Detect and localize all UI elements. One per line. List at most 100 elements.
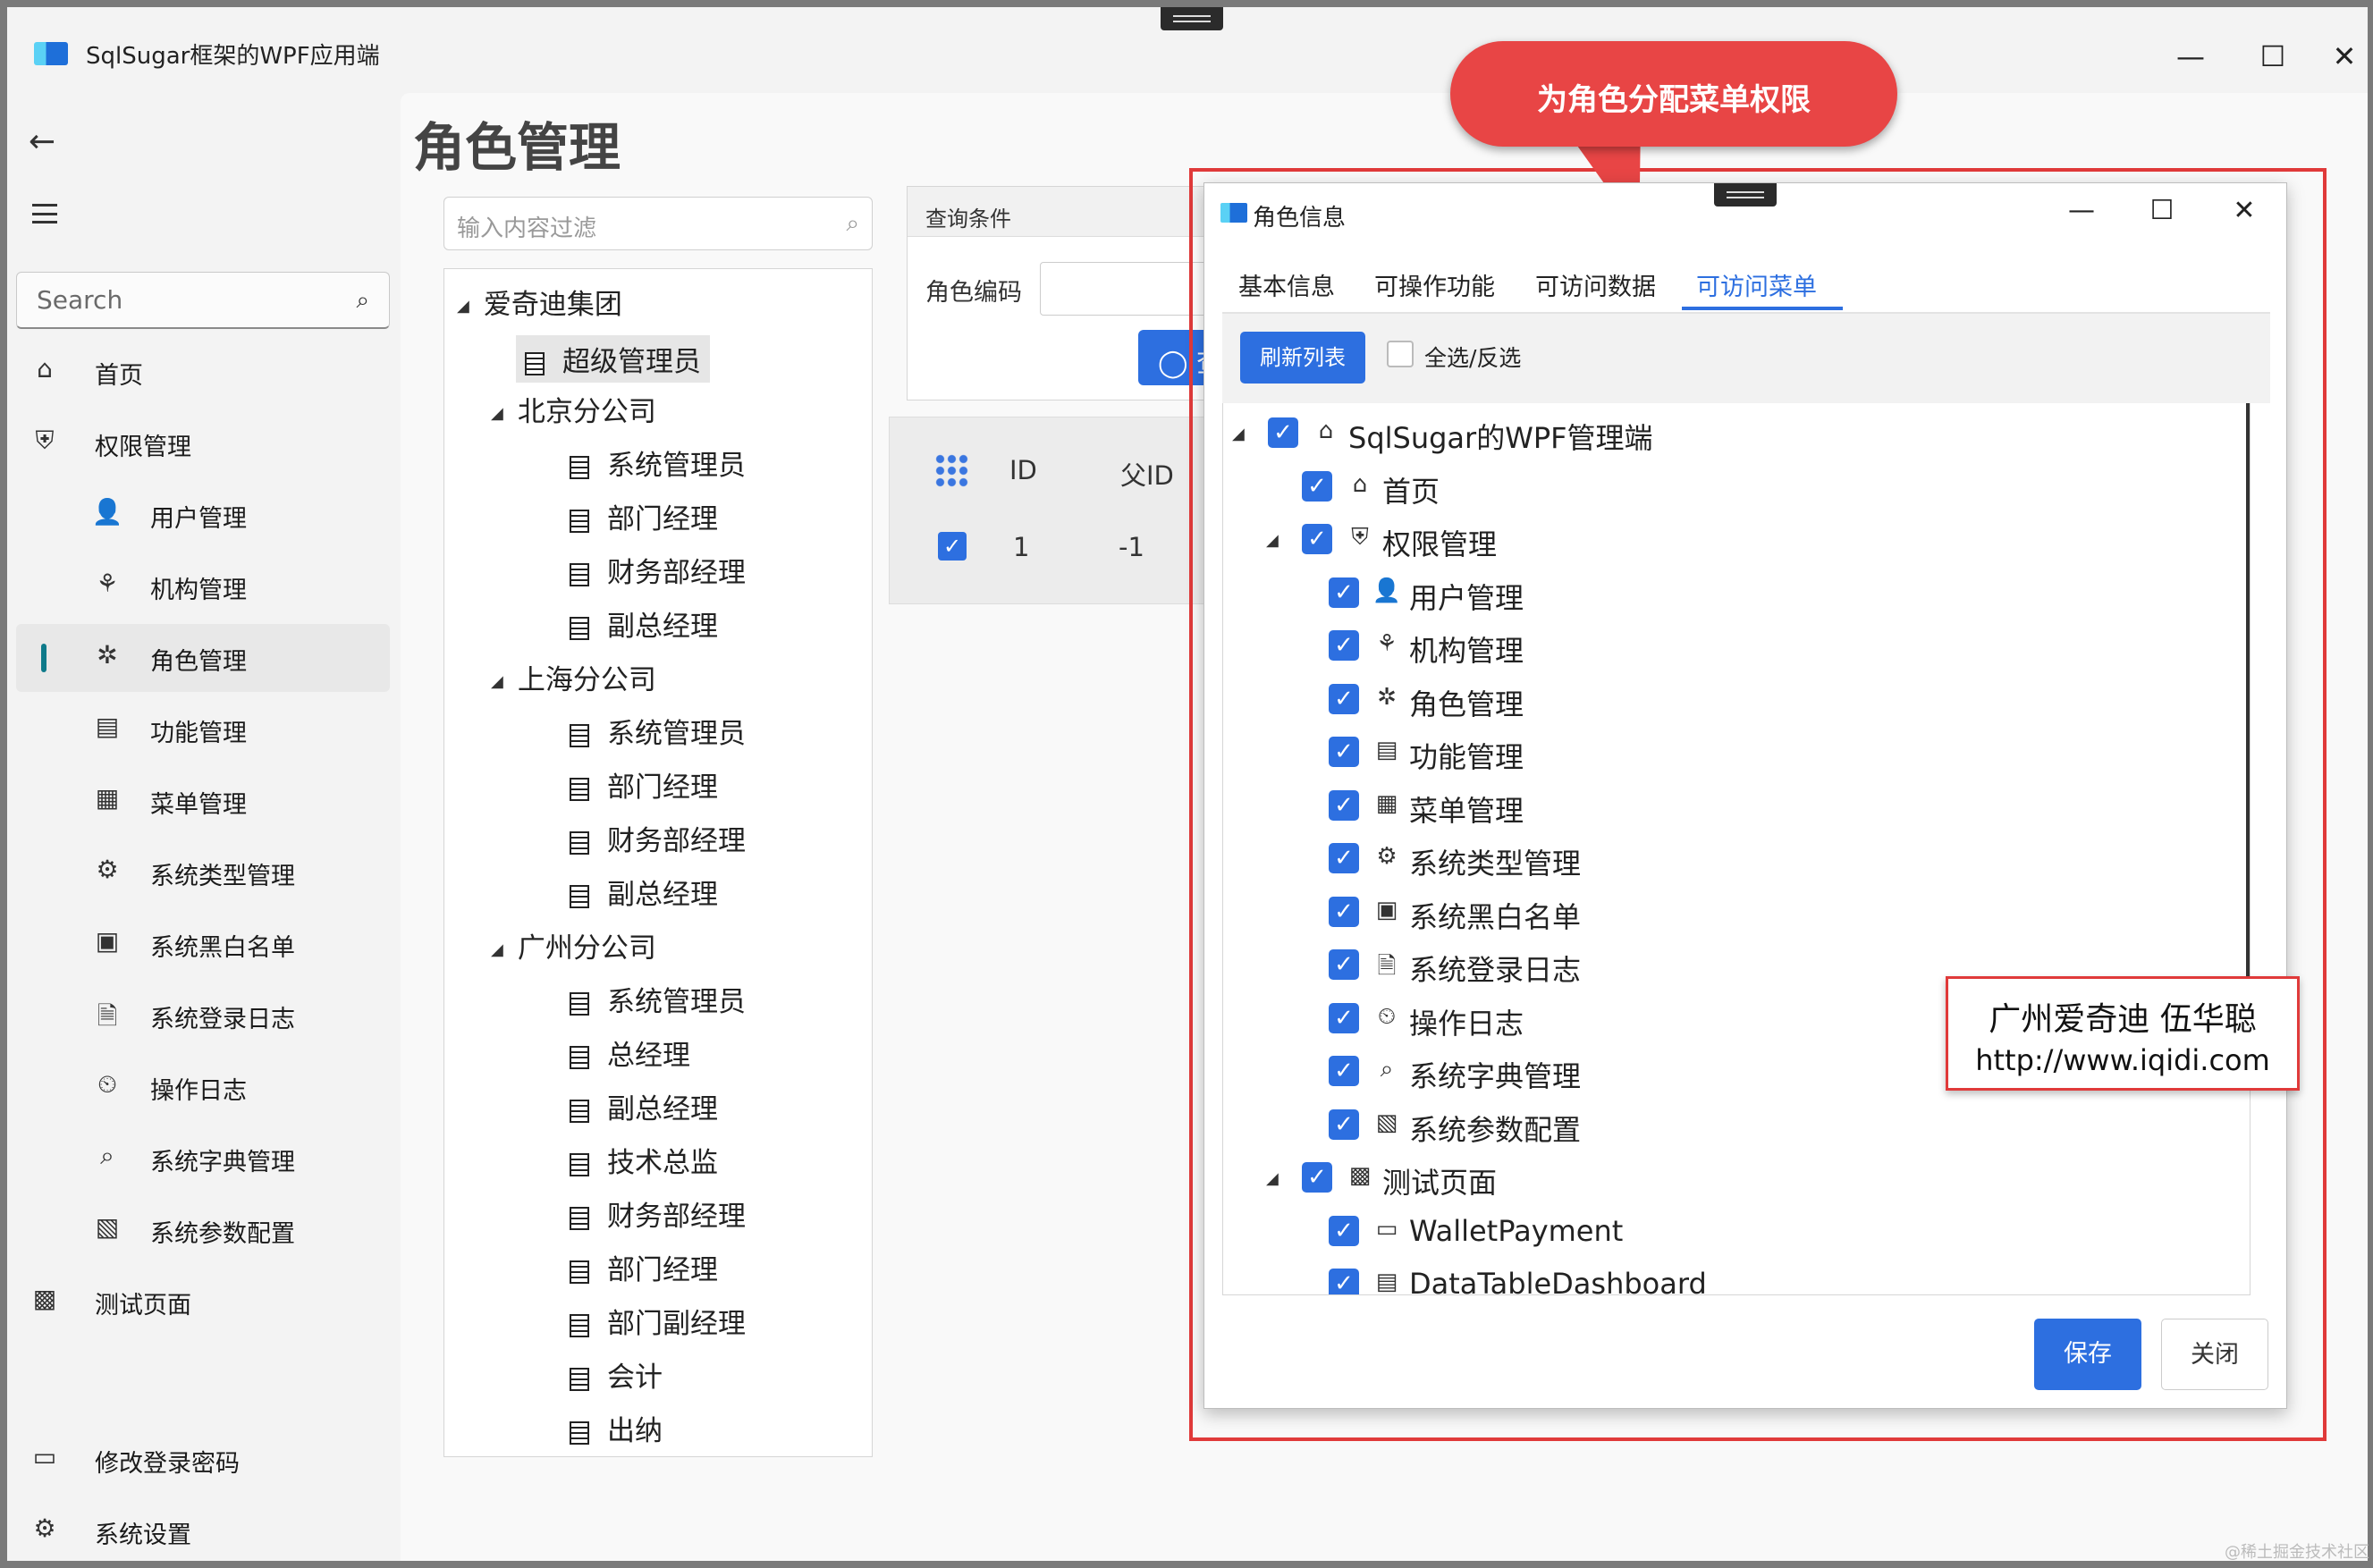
tree-node-label: 上海分公司: [517, 664, 656, 696]
expand-arrow-icon[interactable]: ◢: [1266, 1169, 1279, 1188]
tree-leaf-node[interactable]: 部门副经理: [570, 1301, 746, 1341]
expand-arrow-icon[interactable]: ◢: [1266, 531, 1279, 550]
list-icon: [570, 991, 589, 1016]
column-header-parent-id[interactable]: 父ID: [1120, 455, 1174, 493]
tree-leaf-node[interactable]: 副总经理: [570, 603, 718, 644]
save-button[interactable]: 保存: [2034, 1319, 2141, 1390]
drag-handle[interactable]: [1161, 7, 1223, 30]
nav-item-label: 菜单管理: [150, 791, 247, 819]
sidebar-item[interactable]: ⌂ 首页: [16, 338, 390, 406]
menu-checkbox[interactable]: ✓: [1268, 417, 1298, 448]
minimize-button[interactable]: —: [2166, 34, 2216, 79]
tree-leaf-node[interactable]: 系统管理员: [570, 443, 746, 483]
menu-checkbox[interactable]: ✓: [1329, 683, 1359, 714]
tree-leaf-node[interactable]: 财务部经理: [570, 550, 746, 590]
menu-checkbox[interactable]: ✓: [1329, 1215, 1359, 1246]
column-chooser-icon[interactable]: [934, 453, 970, 489]
tree-leaf-node[interactable]: 副总经理: [570, 1086, 718, 1126]
tree-leaf-node[interactable]: 超级管理员: [516, 335, 710, 383]
search-box[interactable]: Search ⌕: [16, 272, 390, 329]
sidebar-item[interactable]: ▦ 菜单管理: [16, 767, 390, 835]
dialog-close-button[interactable]: ✕: [2222, 190, 2267, 232]
filter-input[interactable]: 输入内容过滤 ⌕: [443, 197, 873, 250]
close-button[interactable]: 关闭: [2161, 1319, 2268, 1390]
menu-checkbox[interactable]: ✓: [1329, 630, 1359, 661]
menu-checkbox[interactable]: ✓: [1329, 1109, 1359, 1140]
tree-group-node[interactable]: ◢ 上海分公司: [491, 657, 656, 697]
tree-node-label: 系统管理员: [607, 450, 746, 482]
menu-checkbox[interactable]: ✓: [1329, 737, 1359, 767]
dialog-maximize-button[interactable]: ☐: [2140, 190, 2184, 232]
tab-operable-functions[interactable]: 可操作功能: [1374, 267, 1495, 302]
menu-checkbox[interactable]: ✓: [1329, 577, 1359, 608]
menu-checkbox[interactable]: ✓: [1302, 470, 1332, 502]
tree-leaf-node[interactable]: 财务部经理: [570, 1193, 746, 1234]
sidebar-item[interactable]: ⚙ 系统类型管理: [16, 839, 390, 906]
sidebar-item[interactable]: 👤 用户管理: [16, 481, 390, 549]
nav-item-icon: ▣: [95, 926, 120, 956]
dialog-minimize-button[interactable]: —: [2059, 190, 2104, 232]
tab-basic-info[interactable]: 基本信息: [1238, 267, 1335, 302]
menu-checkbox[interactable]: ✓: [1302, 1162, 1332, 1193]
expand-arrow-icon[interactable]: ◢: [491, 672, 503, 691]
menu-checkbox[interactable]: ✓: [1329, 896, 1359, 927]
menu-checkbox[interactable]: ✓: [1329, 1056, 1359, 1086]
tree-leaf-node[interactable]: 部门经理: [570, 764, 718, 805]
tree-leaf-node[interactable]: 财务部经理: [570, 818, 746, 858]
sidebar-item[interactable]: ▩ 测试页面: [16, 1268, 390, 1336]
menu-item-icon: ⌂: [1318, 417, 1334, 444]
tab-accessible-menus[interactable]: 可访问菜单: [1696, 267, 1817, 302]
app-logo-icon: [34, 42, 68, 65]
sidebar-item[interactable]: ▧ 系统参数配置: [16, 1196, 390, 1264]
tree-leaf-node[interactable]: 副总经理: [570, 872, 718, 912]
expand-arrow-icon[interactable]: ◢: [1232, 425, 1245, 443]
maximize-button[interactable]: ☐: [2248, 34, 2298, 79]
nav-item-label: 机构管理: [150, 577, 247, 604]
menu-checkbox[interactable]: ✓: [1329, 843, 1359, 873]
tree-leaf-node[interactable]: 系统管理员: [570, 711, 746, 751]
expand-arrow-icon[interactable]: ◢: [457, 297, 469, 316]
hamburger-menu-icon[interactable]: [32, 204, 57, 223]
sidebar-item[interactable]: ⛨ 权限管理: [16, 409, 390, 477]
nav-item-icon: 🗎: [97, 1001, 118, 1031]
menu-item-icon: ▤: [1375, 737, 1398, 763]
tree-leaf-node[interactable]: 会计: [570, 1354, 663, 1395]
menu-checkbox[interactable]: ✓: [1329, 949, 1359, 980]
tab-accessible-data[interactable]: 可访问数据: [1535, 267, 1656, 302]
dialog-drag-handle[interactable]: [1714, 183, 1777, 207]
column-header-id[interactable]: ID: [1009, 455, 1037, 485]
menu-checkbox[interactable]: ✓: [1302, 524, 1332, 554]
tree-leaf-node[interactable]: 部门经理: [570, 496, 718, 536]
sidebar-item[interactable]: 🗎 系统登录日志: [16, 982, 390, 1050]
sidebar-item[interactable]: ▤ 功能管理: [16, 695, 390, 763]
tree-leaf-node[interactable]: 总经理: [570, 1033, 690, 1073]
sidebar-item[interactable]: ▭ 修改登录密码: [16, 1426, 390, 1494]
tree-group-node[interactable]: ◢ 爱奇迪集团: [457, 282, 622, 322]
tree-leaf-node[interactable]: 技术总监: [570, 1140, 718, 1180]
close-window-button[interactable]: ✕: [2327, 34, 2362, 79]
sidebar-item[interactable]: ⌕ 系统字典管理: [16, 1125, 390, 1193]
tree-leaf-node[interactable]: 部门经理: [570, 1247, 718, 1287]
expand-arrow-icon[interactable]: ◢: [491, 404, 503, 423]
sidebar-item[interactable]: ⚙ 系统设置: [16, 1497, 390, 1561]
role-tree-panel: 输入内容过滤 ⌕ ◢ 爱奇迪集团 超级管理员 ◢ 北京分公司 系统管理员 部门经理 财务部经理…: [443, 197, 873, 1555]
sidebar-item[interactable]: ▣ 系统黑白名单: [16, 910, 390, 978]
sidebar-item[interactable]: ⏲ 操作日志: [16, 1053, 390, 1121]
back-arrow-icon[interactable]: ←: [29, 123, 55, 160]
sidebar-item[interactable]: ⚘ 机构管理: [16, 552, 390, 620]
scrollbar[interactable]: [2246, 403, 2250, 984]
menu-checkbox[interactable]: ✓: [1329, 1002, 1359, 1033]
sidebar-item[interactable]: ✲ 角色管理: [16, 624, 390, 692]
select-all-checkbox[interactable]: [1387, 341, 1414, 367]
tree-group-node[interactable]: ◢ 北京分公司: [491, 389, 656, 429]
menu-checkbox[interactable]: ✓: [1329, 789, 1359, 821]
list-icon: [570, 1152, 589, 1176]
row-checkbox[interactable]: ✓: [938, 532, 967, 561]
tree-leaf-node[interactable]: 出纳: [570, 1408, 663, 1448]
tree-group-node[interactable]: ◢ 广州分公司: [491, 925, 656, 965]
refresh-list-button[interactable]: 刷新列表: [1240, 332, 1365, 384]
search-icon[interactable]: ⌕: [356, 287, 369, 315]
expand-arrow-icon[interactable]: ◢: [491, 940, 503, 959]
menu-checkbox[interactable]: ✓: [1329, 1269, 1359, 1294]
tree-leaf-node[interactable]: 系统管理员: [570, 979, 746, 1019]
